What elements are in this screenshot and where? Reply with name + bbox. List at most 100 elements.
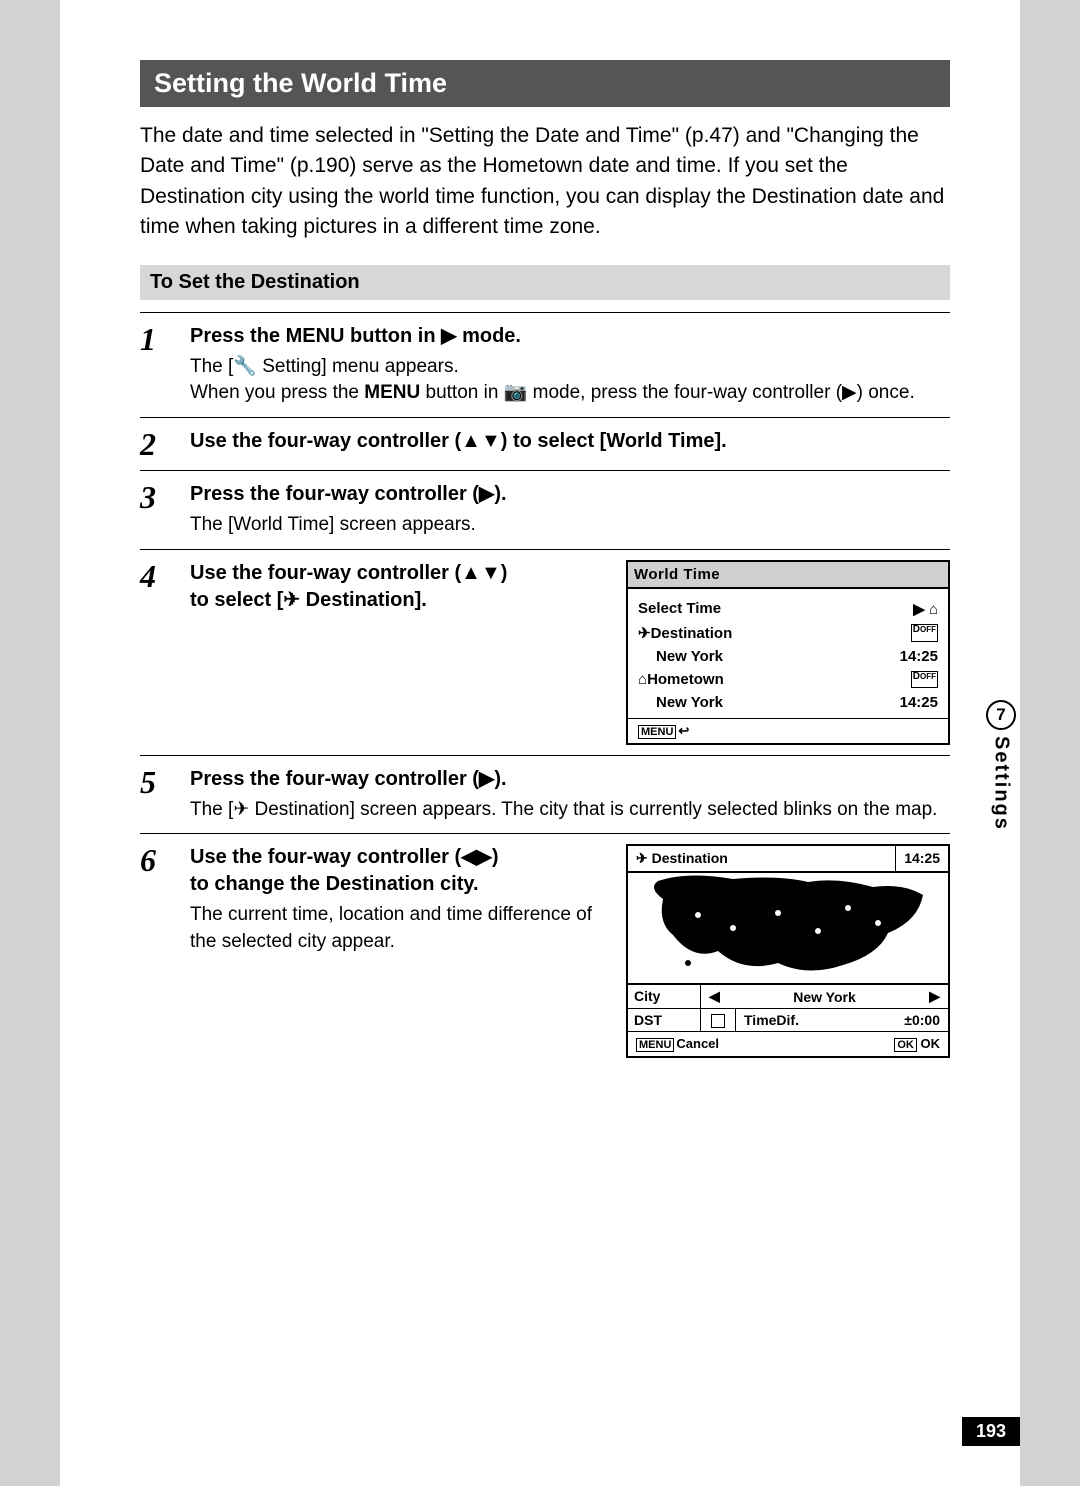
step-number: 6: [140, 844, 190, 876]
world-map: [628, 871, 948, 985]
destination-city: New York: [656, 648, 723, 665]
back-icon: ↩: [678, 723, 689, 738]
text: to select [: [190, 589, 283, 611]
pointer-icon: ▶: [913, 601, 925, 618]
timedif-label: TimeDif.: [744, 1012, 799, 1028]
step-body: Use the four-way controller (◀▶) to chan…: [190, 844, 950, 1058]
text: Destination] screen appears. The city th…: [249, 799, 937, 820]
step-title: Press the four-way controller (▶).: [190, 481, 950, 508]
chapter-number: 7: [986, 700, 1016, 730]
step-title: Use the four-way controller (▲▼) to sele…: [190, 428, 950, 455]
step-desc: The current time, location and time diff…: [190, 902, 608, 955]
menu-button-icon: MENU: [638, 725, 676, 739]
menu-button-icon: MENU: [636, 1038, 674, 1052]
step-body: Press the four-way controller (▶). The […: [190, 766, 950, 824]
step-number: 4: [140, 560, 190, 592]
dst-off-icon: DOFF: [911, 624, 938, 642]
step-number: 2: [140, 428, 190, 460]
step-desc: The [✈ Destination] screen appears. The …: [190, 797, 950, 824]
text: The [: [190, 356, 233, 377]
text: The [: [190, 799, 233, 820]
playback-mode-icon: ▶: [441, 323, 456, 350]
right-arrow-icon: ▶: [929, 988, 940, 1005]
text: Use the four-way controller (◀▶): [190, 846, 499, 868]
destination-time: 14:25: [900, 648, 938, 665]
step-title: Press the MENU button in ▶ mode.: [190, 323, 950, 350]
destination-city-row: New York 14:25: [638, 645, 938, 668]
step-text: Use the four-way controller (◀▶) to chan…: [190, 844, 608, 955]
text: Destination: [652, 850, 728, 866]
step-desc: The [🔧 Setting] menu appears. When you p…: [190, 354, 950, 407]
select-time-value: ▶ ⌂: [913, 600, 938, 618]
text: mode, press the four-way controller (▶) …: [527, 382, 914, 403]
dst-row: DST TimeDif. ±0:00: [628, 1009, 948, 1032]
subheading: To Set the Destination: [140, 265, 950, 300]
airplane-icon: ✈: [283, 587, 300, 614]
destination-screenshot: ✈ Destination 14:25 City: [626, 844, 950, 1058]
step-number: 3: [140, 481, 190, 513]
hometown-label: ⌂Hometown: [638, 671, 724, 688]
screenshot-title: World Time: [628, 562, 948, 589]
text: to change the Destination city.: [190, 873, 479, 895]
page-number: 193: [962, 1417, 1020, 1446]
airplane-icon: ✈: [638, 625, 651, 642]
text: Destination].: [300, 589, 427, 611]
text: When you press the: [190, 382, 364, 403]
section-title: Setting the World Time: [140, 60, 950, 107]
menu-word: MENU: [286, 325, 345, 347]
dst-label: DST: [628, 1009, 701, 1031]
select-time-label: Select Time: [638, 600, 721, 618]
ok-group: OK OK: [894, 1036, 940, 1052]
city-row: City ◀ New York ▶: [628, 985, 948, 1009]
cancel-label: Cancel: [676, 1036, 719, 1051]
step-3: 3 Press the four-way controller (▶). The…: [140, 470, 950, 549]
chapter-label: Settings: [990, 736, 1013, 831]
section-intro: The date and time selected in "Setting t…: [140, 121, 950, 243]
current-time: 14:25: [896, 846, 948, 871]
map-graphic: [628, 873, 948, 983]
capture-mode-icon: 📷: [504, 380, 528, 407]
hometown-row: ⌂Hometown DOFF: [638, 668, 938, 691]
destination-label: ✈Destination: [638, 624, 732, 642]
screenshot-body: Select Time ▶ ⌂ ✈Destination DOFF New Yo…: [628, 589, 948, 718]
screenshot-footer: MENU↩: [628, 718, 948, 743]
text: button in: [420, 382, 503, 403]
step-4: 4 Use the four-way controller (▲▼) to se…: [140, 549, 950, 755]
side-tab: 7 Settings: [986, 700, 1016, 831]
city-value: New York: [793, 989, 856, 1005]
screenshot-footer: MENUCancel OK OK: [628, 1032, 948, 1056]
setting-icon: 🔧: [233, 354, 257, 381]
home-icon: ⌂: [638, 671, 647, 688]
dst-off-icon: DOFF: [911, 671, 938, 688]
hometown-city-row: New York 14:25: [638, 691, 938, 714]
text: Destination: [651, 625, 733, 642]
city-label: City: [628, 985, 701, 1008]
home-icon: ⌂: [929, 601, 938, 618]
dst-checkbox-cell: [701, 1009, 736, 1031]
step-text: Use the four-way controller (▲▼) to sele…: [190, 560, 608, 614]
world-time-screenshot: World Time Select Time ▶ ⌂ ✈Destination …: [626, 560, 950, 745]
timedif-value: ±0:00: [904, 1012, 940, 1028]
text: Use the four-way controller (▲▼): [190, 562, 507, 584]
screenshot-header: ✈ Destination 14:25: [628, 846, 948, 871]
destination-row: ✈Destination DOFF: [638, 621, 938, 645]
timedif-cell: TimeDif. ±0:00: [736, 1009, 948, 1031]
step-number: 5: [140, 766, 190, 798]
step-6: 6 Use the four-way controller (◀▶) to ch…: [140, 833, 950, 1068]
menu-word: MENU: [364, 382, 420, 403]
text: Hometown: [647, 671, 724, 688]
step-body: Press the four-way controller (▶). The […: [190, 481, 950, 539]
city-value-cell: ◀ New York ▶: [701, 985, 948, 1008]
menu-cancel: MENUCancel: [636, 1036, 719, 1052]
dst-checkbox: [711, 1014, 725, 1028]
manual-page: Setting the World Time The date and time…: [60, 0, 1020, 1486]
step-title: Use the four-way controller (◀▶) to chan…: [190, 844, 608, 898]
text: Press the: [190, 325, 286, 347]
step-body: Press the MENU button in ▶ mode. The [🔧 …: [190, 323, 950, 407]
ok-label: OK: [921, 1036, 941, 1051]
step-2: 2 Use the four-way controller (▲▼) to se…: [140, 417, 950, 470]
hometown-time: 14:25: [900, 694, 938, 711]
select-time-row: Select Time ▶ ⌂: [638, 597, 938, 621]
step-title: Press the four-way controller (▶).: [190, 766, 950, 793]
step-5: 5 Press the four-way controller (▶). The…: [140, 755, 950, 834]
